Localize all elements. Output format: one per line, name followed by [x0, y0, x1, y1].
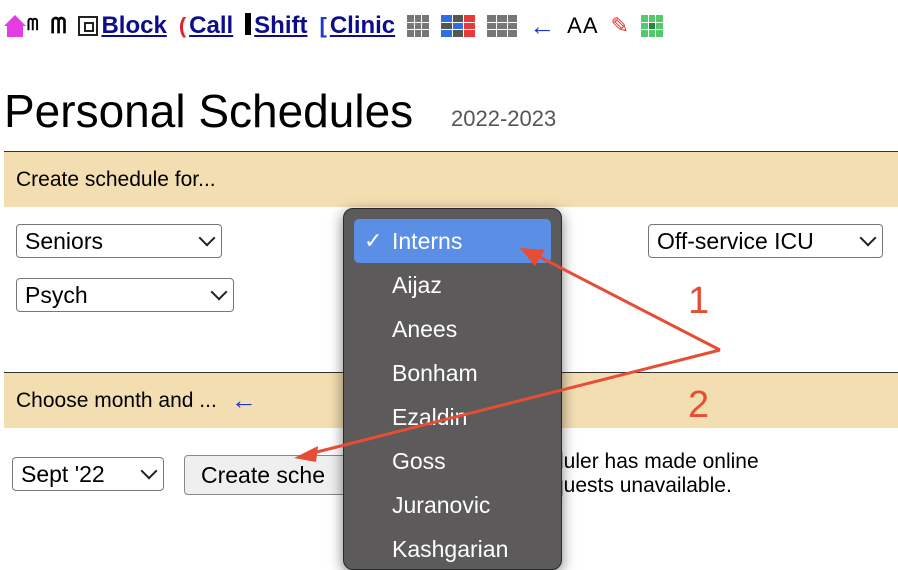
dropdown-menu[interactable]: ✓ Interns Aijaz Anees Bonham Ezaldin Gos…	[343, 208, 562, 570]
font-size-nav[interactable]: AA	[567, 15, 598, 37]
calendar-nav[interactable]	[441, 15, 476, 37]
offservice-select[interactable]: Off-service ICU	[648, 224, 883, 258]
grid-nav[interactable]	[640, 15, 663, 37]
note-line: duler has made online	[552, 450, 759, 473]
psych-select-value: Psych	[25, 281, 88, 308]
psych-select[interactable]: Psych	[16, 278, 234, 312]
clinic-link[interactable]: Clinic	[330, 12, 395, 40]
pencil-icon[interactable]: ✎	[611, 15, 629, 37]
dropdown-option[interactable]: Ezaldin	[344, 395, 561, 439]
dropdown-option[interactable]: Kashgarian	[344, 527, 561, 569]
dropdown-option[interactable]: Goss	[344, 439, 561, 483]
people-icon[interactable]	[487, 15, 518, 37]
home-icon[interactable]	[4, 15, 26, 37]
clinic-icon: [	[319, 13, 327, 38]
back-arrow-icon[interactable]: ←	[231, 385, 257, 416]
top-nav: ᗰ ᗰ Block ( Call Shift [ Clinic ← AA ✎	[4, 6, 675, 46]
seniors-select-value: Seniors	[25, 227, 103, 254]
search-nav[interactable]: ᗰ	[51, 15, 67, 37]
page-title: Personal Schedules	[4, 85, 414, 137]
cube-icon	[78, 16, 99, 36]
calendar-grid-icon[interactable]	[441, 15, 476, 37]
month-select[interactable]: Sept '22	[12, 457, 164, 491]
edit-nav[interactable]: ✎	[611, 15, 629, 37]
font-size-icon[interactable]: AA	[567, 15, 598, 37]
academic-year: 2022-2023	[451, 106, 557, 131]
people-nav[interactable]	[487, 15, 518, 37]
section-heading: Create schedule for...	[16, 167, 216, 191]
chevron-down-icon	[140, 462, 158, 480]
chevron-down-icon	[859, 229, 877, 247]
annotation-label-2: 2	[688, 384, 710, 426]
dropdown-option[interactable]: Anees	[344, 307, 561, 351]
dropdown-option[interactable]: Juranovic	[344, 483, 561, 527]
green-grid-icon[interactable]	[640, 15, 663, 37]
binoculars-icon[interactable]: ᗰ	[27, 18, 39, 34]
clinic-nav[interactable]: [ Clinic	[319, 12, 395, 40]
block-nav[interactable]: Block	[78, 12, 167, 40]
offservice-select-value: Off-service ICU	[657, 227, 814, 254]
film-nav[interactable]	[407, 15, 430, 37]
back-nav[interactable]: ←	[529, 13, 555, 39]
dropdown-option-selected[interactable]: ✓ Interns	[354, 219, 551, 263]
checkmark-icon: ✓	[364, 228, 383, 253]
moon-icon: (	[178, 13, 187, 38]
annotation-label-1: 1	[688, 280, 710, 322]
home-nav[interactable]: ᗰ	[4, 15, 39, 37]
back-arrow-icon[interactable]: ←	[529, 13, 555, 39]
film-strip-icon[interactable]	[407, 15, 430, 37]
call-link[interactable]: Call	[189, 12, 233, 40]
month-select-value: Sept '22	[21, 460, 105, 487]
shift-link[interactable]: Shift	[254, 12, 307, 40]
dropdown-option[interactable]: Bonham	[344, 351, 561, 395]
seniors-select[interactable]: Seniors	[16, 224, 222, 258]
section-create-for: Create schedule for...	[4, 151, 898, 207]
shift-nav[interactable]: Shift	[245, 12, 307, 40]
call-nav[interactable]: ( Call	[179, 12, 233, 40]
dropdown-option[interactable]: Aijaz	[344, 263, 561, 307]
note-line: quests unavailable.	[552, 474, 732, 497]
chevron-down-icon	[198, 229, 216, 247]
section-heading: Choose month and ...	[16, 388, 217, 412]
option-label: Interns	[392, 227, 463, 254]
chevron-down-icon	[210, 283, 228, 301]
block-link[interactable]: Block	[101, 12, 166, 40]
binoculars-search-icon[interactable]: ᗰ	[51, 15, 67, 37]
availability-note: duler has made online quests unavailable…	[552, 450, 759, 498]
shift-icon	[245, 13, 252, 35]
